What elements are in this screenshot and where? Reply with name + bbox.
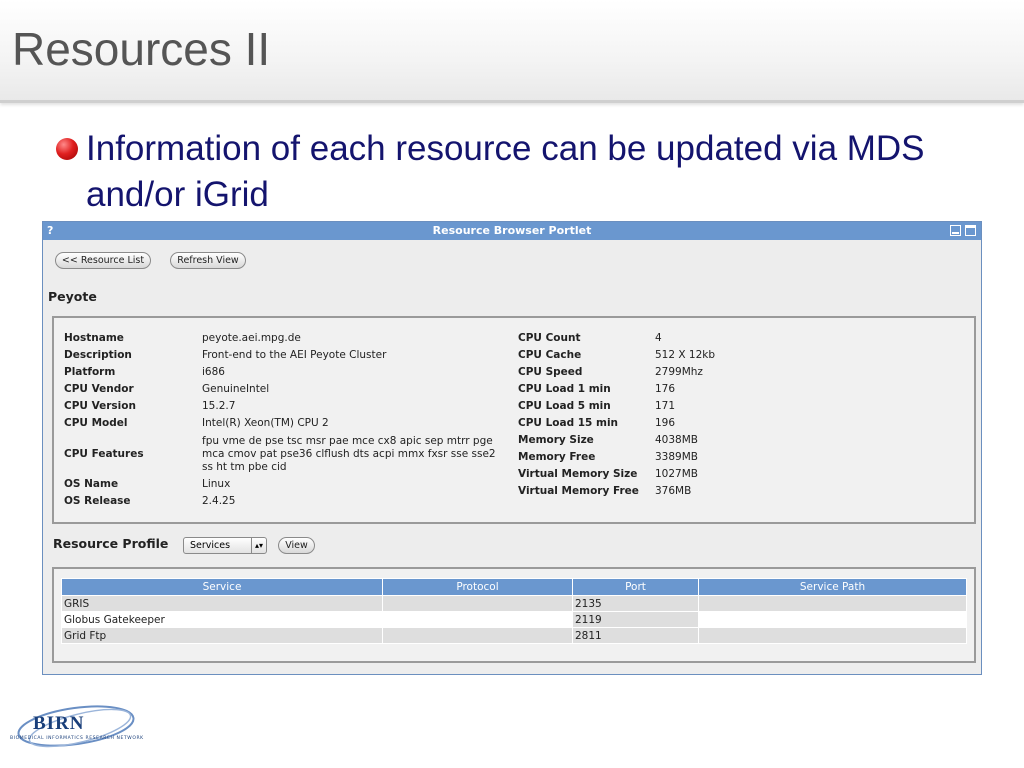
resource-browser-portlet: ? Resource Browser Portlet << Resource L… [42,221,982,675]
hostname-value: peyote.aei.mpg.de [202,332,301,344]
column-header-port[interactable]: Port [572,578,699,596]
column-header-service-path[interactable]: Service Path [698,578,967,596]
hostname-label: Hostname [64,332,124,344]
cpu-load-15-label: CPU Load 15 min [518,417,619,429]
table-cell [698,595,967,612]
services-table-panel: Service Protocol Port Service Path GRIS … [52,567,976,663]
column-header-service[interactable]: Service [61,578,383,596]
platform-label: Platform [64,366,116,378]
cpu-speed-label: CPU Speed [518,366,583,378]
os-release-label: OS Release [64,495,131,507]
cpu-features-line-2: mca cmov pat pse36 clflush dts acpi mmx … [202,448,496,460]
portlet-title-bar: ? Resource Browser Portlet [43,222,981,240]
resource-profile-label: Resource Profile [53,536,169,551]
cpu-features-label: CPU Features [64,448,144,460]
memory-free-label: Memory Free [518,451,596,463]
cpu-load-5-value: 171 [655,400,676,412]
slide-title: Resources II [12,23,271,75]
bullet-icon [56,138,78,160]
resource-info-panel: Hostname peyote.aei.mpg.de Description F… [52,316,976,524]
virtual-memory-free-label: Virtual Memory Free [518,485,639,497]
os-release-value: 2.4.25 [202,495,236,507]
os-name-label: OS Name [64,478,119,490]
virtual-memory-size-label: Virtual Memory Size [518,468,638,480]
portlet-title: Resource Browser Portlet [432,224,592,237]
table-cell: 2119 [572,611,699,628]
cpu-model-label: CPU Model [64,417,128,429]
description-value: Front-end to the AEI Peyote Cluster [202,349,387,361]
table-cell [382,611,573,628]
table-row[interactable]: Globus Gatekeeper 2119 [61,611,967,628]
cpu-vendor-label: CPU Vendor [64,383,134,395]
cpu-cache-label: CPU Cache [518,349,582,361]
cpu-cache-value: 512 X 12kb [655,349,716,361]
os-name-value: Linux [202,478,231,490]
refresh-view-button[interactable]: Refresh View [170,252,246,269]
cpu-vendor-value: GenuineIntel [202,383,270,395]
table-header-row: Service Protocol Port Service Path [61,578,967,596]
view-button[interactable]: View [278,537,315,554]
table-cell [698,611,967,628]
resource-name: Peyote [48,289,97,304]
table-cell [382,627,573,644]
cpu-load-5-label: CPU Load 5 min [518,400,611,412]
slide-header: Resources II [0,0,1024,103]
logo-subtitle: BIOMEDICAL INFORMATICS RESEARCH NETWORK [10,736,144,741]
virtual-memory-size-value: 1027MB [655,468,698,480]
minimize-icon[interactable] [950,225,961,236]
memory-size-label: Memory Size [518,434,594,446]
cpu-model-value: Intel(R) Xeon(TM) CPU 2 [202,417,329,429]
table-row[interactable]: GRIS 2135 [61,595,967,612]
cpu-features-line-1: fpu vme de pse tsc msr pae mce cx8 apic … [202,435,493,447]
table-cell: Globus Gatekeeper [61,611,383,628]
cpu-load-1-label: CPU Load 1 min [518,383,611,395]
cpu-features-line-3: ss ht tm pbe cid [202,461,287,473]
cpu-count-value: 4 [655,332,662,344]
cpu-speed-value: 2799Mhz [655,366,703,378]
cpu-version-label: CPU Version [64,400,136,412]
virtual-memory-free-value: 376MB [655,485,692,497]
table-cell: GRIS [61,595,383,612]
updown-arrow-icon: ▴▾ [251,538,266,553]
cpu-version-value: 15.2.7 [202,400,236,412]
logo-word: BIRN [33,713,85,734]
table-cell [698,627,967,644]
table-row[interactable]: Grid Ftp 2811 [61,627,967,644]
maximize-icon[interactable] [965,225,976,236]
cpu-load-1-value: 176 [655,383,676,395]
memory-free-value: 3389MB [655,451,698,463]
resource-profile-select[interactable]: Services ▴▾ [183,537,267,554]
table-cell: 2135 [572,595,699,612]
resource-list-button[interactable]: << Resource List [55,252,151,269]
table-cell [382,595,573,612]
column-header-protocol[interactable]: Protocol [382,578,573,596]
table-cell: 2811 [572,627,699,644]
cpu-count-label: CPU Count [518,332,581,344]
memory-size-value: 4038MB [655,434,698,446]
table-cell: Grid Ftp [61,627,383,644]
bullet-text: Information of each resource can be upda… [86,129,925,214]
resource-profile-selected: Services [190,540,231,551]
services-table: Service Protocol Port Service Path GRIS … [61,578,967,644]
cpu-load-15-value: 196 [655,417,676,429]
platform-value: i686 [202,366,225,378]
description-label: Description [64,349,132,361]
